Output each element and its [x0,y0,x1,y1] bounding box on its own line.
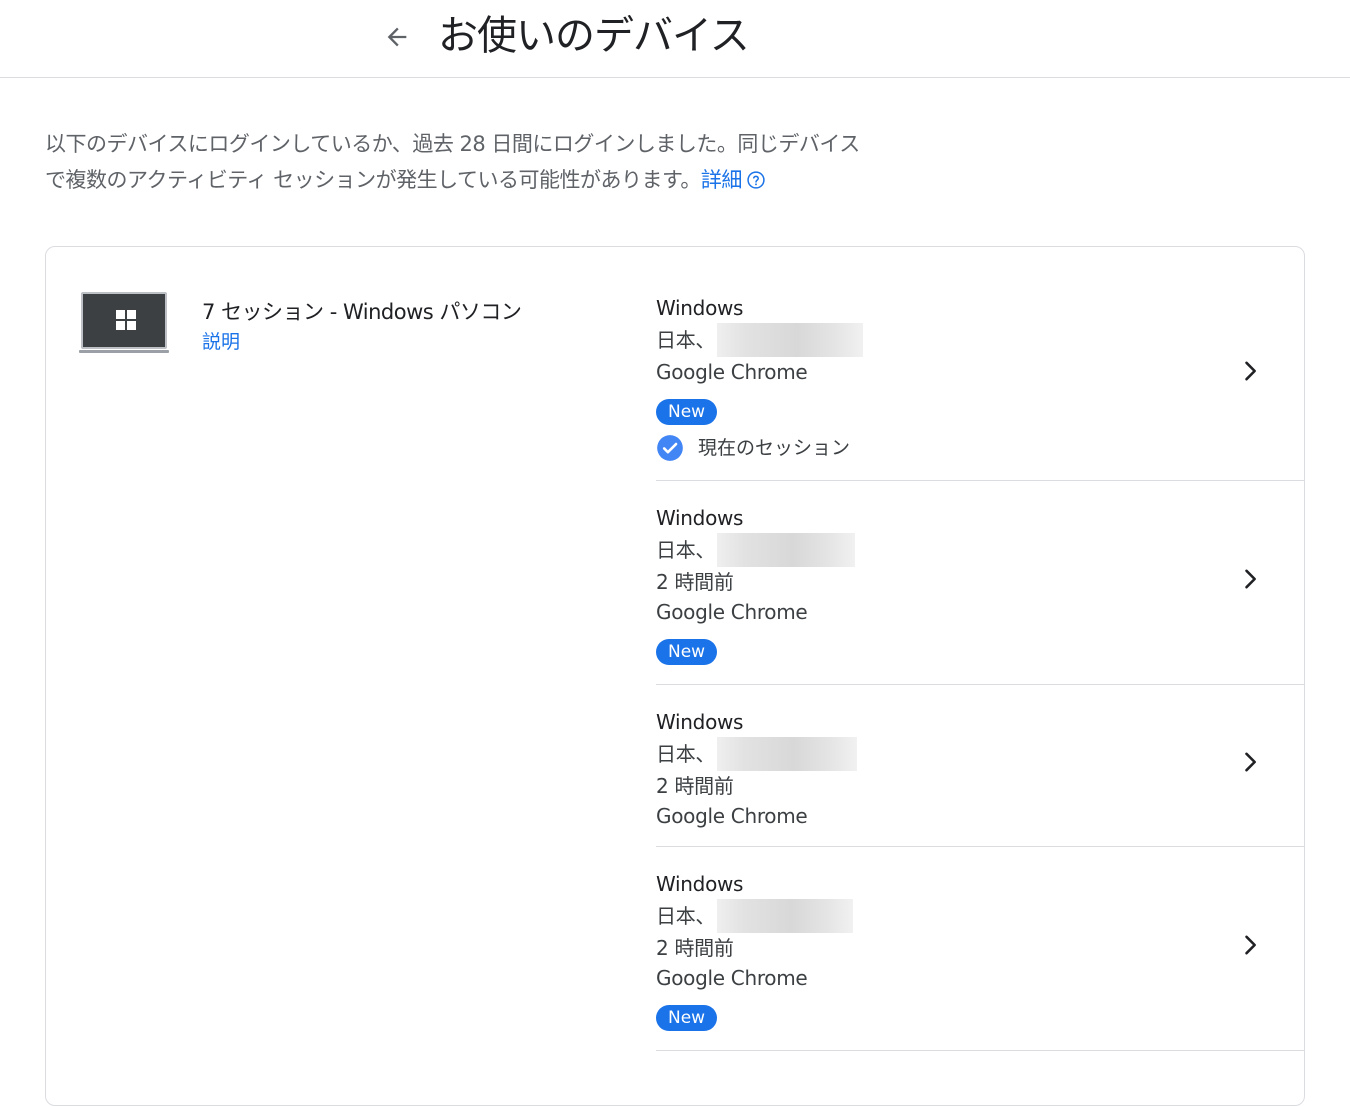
session-time: 2 時間前 [656,774,734,798]
arrow-back-icon [387,27,407,47]
help-circle-icon[interactable] [746,165,766,201]
redacted-location [717,533,856,567]
session-item[interactable]: Windows 日本、 2 時間前 Google Chrome [656,707,1304,847]
current-session-label: 現在のセッション [698,437,851,459]
learn-more-link[interactable]: 詳細 [701,168,743,192]
divider [656,1050,1304,1051]
session-os: Windows [656,710,744,734]
session-item[interactable]: Windows 日本、 2 時間前 Google Chrome New [656,503,1304,685]
session-browser: Google Chrome [656,966,808,990]
session-location-text: 日本、 [656,328,716,352]
chevron-right-icon[interactable] [1236,748,1264,776]
session-location-text: 日本、 [656,538,716,562]
session-item[interactable]: Windows 日本、 Google Chrome New 現在のセッション [656,293,1304,481]
device-description-link[interactable]: 説明 [202,328,240,356]
page-title: お使いのデバイス [438,13,750,59]
current-session-indicator: 現在のセッション [656,433,1304,463]
session-os: Windows [656,872,744,896]
session-location-text: 日本、 [656,904,716,928]
redacted-location [717,323,864,357]
chevron-right-icon[interactable] [1236,565,1264,593]
new-badge: New [656,639,718,665]
session-browser: Google Chrome [656,804,808,828]
session-location: 日本、 [656,899,1304,933]
divider [656,846,1304,847]
divider [656,480,1304,481]
check-circle-icon [656,434,684,462]
page-header: お使いのデバイス [0,0,1350,78]
session-time: 2 時間前 [656,570,734,594]
session-browser: Google Chrome [656,360,808,384]
intro-text: 以下のデバイスにログインしているか、過去 28 日間にログインしました。同じデバ… [45,126,875,201]
session-location: 日本、 [656,737,1304,771]
session-time: 2 時間前 [656,936,734,960]
back-button[interactable] [376,16,418,58]
session-os: Windows [656,296,744,320]
redacted-location [717,899,854,933]
session-browser: Google Chrome [656,600,808,624]
session-item[interactable]: Windows 日本、 2 時間前 Google Chrome New [656,869,1304,1051]
chevron-right-icon[interactable] [1236,931,1264,959]
chevron-right-icon[interactable] [1236,357,1264,385]
session-location: 日本、 [656,323,1304,357]
new-badge: New [656,399,718,425]
divider [656,684,1304,685]
session-location-text: 日本、 [656,742,716,766]
redacted-location [717,737,858,771]
laptop-icon [79,291,169,359]
session-os: Windows [656,506,744,530]
new-badge: New [656,1005,718,1031]
device-title: 7 セッション - Windows パソコン [202,300,522,324]
session-location: 日本、 [656,533,1304,567]
